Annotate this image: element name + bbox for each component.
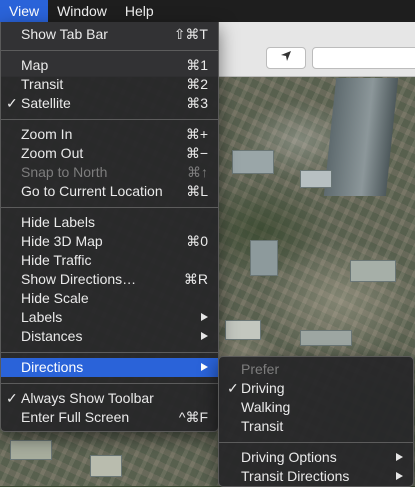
- menu-item-shortcut: ⌘1: [186, 57, 208, 73]
- map-building: [350, 260, 396, 282]
- menu-item-directions[interactable]: Directions: [1, 358, 218, 377]
- current-location-button[interactable]: [266, 47, 306, 69]
- menu-item-map[interactable]: Map ⌘1: [1, 56, 218, 75]
- menu-item-label: Transit: [241, 418, 284, 434]
- menu-item-transit[interactable]: Transit ⌘2: [1, 75, 218, 94]
- chevron-right-icon: [396, 453, 403, 461]
- menu-item-hide-scale[interactable]: Hide Scale: [1, 289, 218, 308]
- menu-item-always-show-toolbar[interactable]: ✓ Always Show Toolbar: [1, 389, 218, 408]
- menu-item-shortcut: ^⌘F: [178, 409, 208, 425]
- menu-item-label: Enter Full Screen: [21, 409, 130, 425]
- menu-item-label: Driving Options: [241, 449, 337, 465]
- menu-separator: [219, 442, 413, 443]
- menu-item-distances[interactable]: Distances: [1, 327, 218, 346]
- menu-item-label: Always Show Toolbar: [21, 390, 154, 406]
- checkmark-icon: ✓: [6, 95, 18, 111]
- menu-item-label: Labels: [21, 309, 63, 325]
- menu-item-show-directions[interactable]: Show Directions… ⌘R: [1, 270, 218, 289]
- menu-item-shortcut: ⇧⌘T: [173, 26, 208, 42]
- menu-item-label: Directions: [21, 359, 84, 375]
- menu-item-label: Satellite: [21, 95, 71, 111]
- menu-item-shortcut: ⌘2: [186, 76, 208, 92]
- menu-item-shortcut: ⌘+: [185, 126, 208, 142]
- map-building: [232, 150, 274, 174]
- map-building: [90, 455, 122, 477]
- menu-item-label: Map: [21, 57, 49, 73]
- menu-help[interactable]: Help: [116, 0, 163, 22]
- menu-item-shortcut: ⌘↑: [187, 164, 208, 180]
- location-arrow-icon: [280, 49, 292, 67]
- menu-separator: [1, 352, 218, 353]
- directions-submenu: Prefer ✓ Driving Walking Transit Driving…: [218, 356, 414, 487]
- menu-item-label: Zoom Out: [21, 145, 84, 161]
- chevron-right-icon: [201, 332, 208, 340]
- map-building: [300, 170, 332, 188]
- menu-item-label: Hide Scale: [21, 290, 89, 306]
- menu-item-transit-directions[interactable]: Transit Directions: [219, 467, 413, 486]
- menu-item-zoom-out[interactable]: Zoom Out ⌘−: [1, 144, 218, 163]
- menu-item-shortcut: ⌘3: [186, 95, 208, 111]
- menu-item-shortcut: ⌘−: [185, 145, 208, 161]
- menu-separator: [1, 119, 218, 120]
- menu-bar: View Window Help: [0, 0, 415, 22]
- menu-item-label: Hide Traffic: [21, 252, 92, 268]
- map-building: [323, 78, 399, 196]
- menu-item-shortcut: ⌘L: [186, 183, 208, 199]
- chevron-right-icon: [201, 363, 208, 371]
- menu-item-shortcut: ⌘R: [183, 271, 208, 287]
- menu-window[interactable]: Window: [48, 0, 116, 22]
- menu-item-hide-traffic[interactable]: Hide Traffic: [1, 251, 218, 270]
- menu-item-label: Hide 3D Map: [21, 233, 103, 249]
- menu-item-go-to-current-location[interactable]: Go to Current Location ⌘L: [1, 182, 218, 201]
- checkmark-icon: ✓: [6, 390, 18, 406]
- menu-item-enter-full-screen[interactable]: Enter Full Screen ^⌘F: [1, 408, 218, 427]
- menu-separator: [1, 383, 218, 384]
- menu-item-label: Show Directions…: [21, 271, 137, 287]
- menu-item-label: Distances: [21, 328, 83, 344]
- view-menu: Show Tab Bar ⇧⌘T Map ⌘1 Transit ⌘2 ✓ Sat…: [0, 22, 219, 432]
- menu-item-hide-3d-map[interactable]: Hide 3D Map ⌘0: [1, 232, 218, 251]
- menu-item-label: Go to Current Location: [21, 183, 163, 199]
- menu-item-labels[interactable]: Labels: [1, 308, 218, 327]
- menu-item-label: Hide Labels: [21, 214, 95, 230]
- menu-item-driving-options[interactable]: Driving Options: [219, 448, 413, 467]
- menu-item-zoom-in[interactable]: Zoom In ⌘+: [1, 125, 218, 144]
- map-building: [225, 320, 261, 340]
- menu-item-shortcut: ⌘0: [186, 233, 208, 249]
- menu-item-show-tab-bar[interactable]: Show Tab Bar ⇧⌘T: [1, 25, 218, 44]
- menu-item-label: Walking: [241, 399, 291, 415]
- menu-item-hide-labels[interactable]: Hide Labels: [1, 213, 218, 232]
- menu-item-label: Driving: [241, 380, 285, 396]
- menu-item-label: Show Tab Bar: [21, 26, 108, 42]
- chevron-right-icon: [201, 313, 208, 321]
- menu-item-label: Snap to North: [21, 164, 108, 180]
- menu-item-snap-to-north: Snap to North ⌘↑: [1, 163, 218, 182]
- map-building: [250, 240, 278, 276]
- menu-view[interactable]: View: [0, 0, 49, 22]
- menu-item-label: Transit Directions: [241, 468, 350, 484]
- search-field[interactable]: [312, 47, 415, 69]
- checkmark-icon: ✓: [227, 380, 239, 396]
- submenu-header-label: Prefer: [241, 361, 280, 377]
- map-building: [300, 330, 352, 346]
- submenu-header-prefer: Prefer: [219, 360, 413, 379]
- menu-item-transit-pref[interactable]: Transit: [219, 417, 413, 436]
- menu-item-walking[interactable]: Walking: [219, 398, 413, 417]
- menu-item-label: Transit: [21, 76, 64, 92]
- menu-separator: [1, 207, 218, 208]
- map-building: [10, 440, 52, 460]
- chevron-right-icon: [396, 472, 403, 480]
- menu-item-driving[interactable]: ✓ Driving: [219, 379, 413, 398]
- menu-separator: [1, 50, 218, 51]
- menu-item-satellite[interactable]: ✓ Satellite ⌘3: [1, 94, 218, 113]
- menu-item-label: Zoom In: [21, 126, 73, 142]
